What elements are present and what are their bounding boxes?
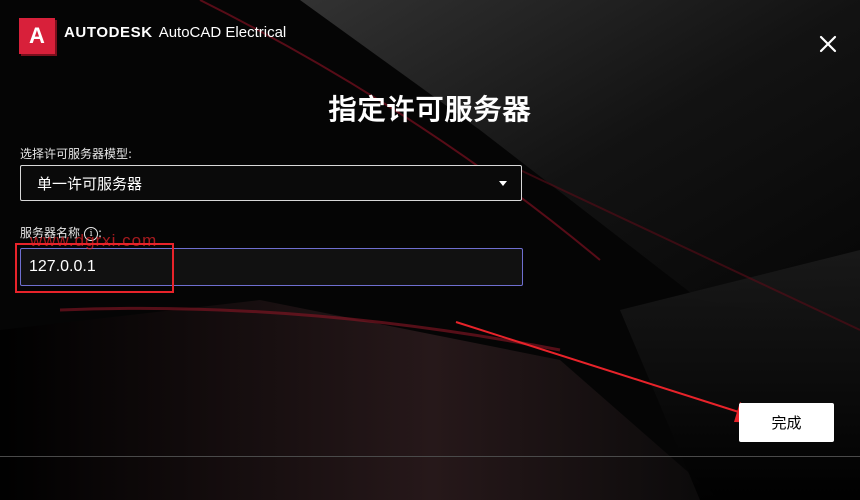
app-title: AUTODESK AutoCAD Electrical	[64, 24, 286, 41]
close-icon	[819, 35, 837, 53]
server-name-label-row: 服务器名称 i:	[20, 224, 102, 241]
title-bar: A AUTODESK AutoCAD Electrical	[0, 0, 860, 72]
footer-divider	[0, 456, 860, 457]
finish-button[interactable]: 完成	[739, 403, 834, 442]
product-name: AutoCAD Electrical	[158, 24, 287, 41]
server-model-label: 选择许可服务器模型:	[20, 147, 133, 161]
server-model-select[interactable]: 单一许可服务器	[20, 165, 522, 201]
chevron-down-icon	[499, 180, 507, 186]
company-name: AUTODESK	[64, 24, 153, 41]
server-name-label: 服务器名称	[20, 226, 81, 240]
autocad-logo: A	[19, 18, 55, 54]
server-name-label-suffix: :	[98, 226, 103, 240]
server-name-input[interactable]	[20, 248, 523, 286]
close-button[interactable]	[812, 28, 844, 60]
info-icon[interactable]: i	[84, 226, 99, 241]
page-title: 指定许可服务器	[328, 93, 532, 126]
server-model-value: 单一许可服务器	[37, 174, 143, 193]
